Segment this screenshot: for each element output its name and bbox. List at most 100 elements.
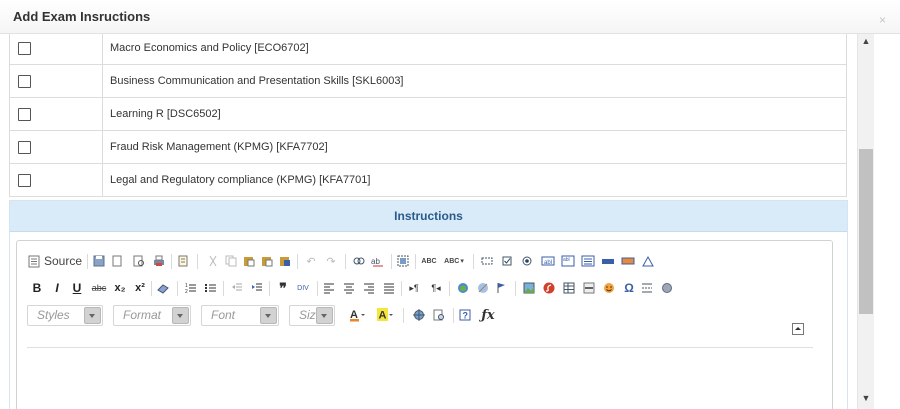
italic-icon[interactable]: I — [49, 278, 65, 298]
close-icon[interactable]: × — [879, 14, 886, 26]
table-row: Legal and Regulatory compliance (KPMG) [… — [9, 163, 847, 197]
font-dropdown[interactable]: Font — [201, 305, 279, 326]
numbered-list-icon[interactable]: 12 — [183, 278, 199, 298]
source-button[interactable]: Source — [27, 251, 83, 271]
flash-icon[interactable] — [541, 278, 557, 298]
source-icon — [28, 255, 40, 267]
maximize-icon[interactable] — [411, 305, 427, 325]
svg-text:A: A — [379, 310, 387, 322]
table-row: Business Communication and Presentation … — [9, 64, 847, 98]
cut-icon[interactable] — [205, 251, 221, 271]
indent-icon[interactable] — [249, 278, 265, 298]
hidden-field-icon[interactable] — [639, 251, 657, 271]
undo-icon[interactable]: ↶ — [303, 251, 319, 271]
outdent-icon[interactable] — [229, 278, 245, 298]
align-left-icon[interactable] — [321, 278, 337, 298]
div-container-icon[interactable]: DIV — [293, 278, 313, 298]
textarea-icon[interactable]: abl — [559, 251, 577, 271]
justify-icon[interactable] — [381, 278, 397, 298]
remove-format-icon[interactable] — [155, 278, 171, 298]
page-break-icon[interactable] — [639, 278, 655, 298]
templates-icon[interactable] — [175, 251, 191, 271]
table-row: Macro Economics and Policy [ECO6702] — [9, 34, 847, 65]
rtl-icon[interactable]: ¶◂ — [427, 278, 445, 298]
bulleted-list-icon[interactable] — [203, 278, 219, 298]
paste-icon[interactable] — [241, 251, 257, 271]
align-right-icon[interactable] — [361, 278, 377, 298]
table-row: Learning R [DSC6502] — [9, 97, 847, 131]
instructions-panel: Instructions Source ↶ ↷ ab ABC ABC ▾ abl… — [9, 200, 848, 409]
dialog-body: Macro Economics and Policy [ECO6702] Bus… — [0, 34, 857, 409]
maximize-editor-icon[interactable] — [792, 323, 804, 335]
size-dropdown[interactable]: Size — [289, 305, 335, 326]
select-all-icon[interactable] — [395, 251, 411, 271]
course-checkbox[interactable] — [18, 74, 31, 88]
formula-icon[interactable]: ƒx — [479, 305, 497, 325]
select-icon[interactable] — [579, 251, 597, 271]
bold-icon[interactable]: B — [29, 278, 45, 298]
paste-word-icon[interactable] — [277, 251, 293, 271]
editor-toolbar: Source ↶ ↷ ab ABC ABC ▾ abl abl B I U ab… — [27, 251, 813, 348]
new-page-icon[interactable] — [109, 251, 125, 271]
blockquote-icon[interactable]: ❞ — [275, 278, 291, 298]
styles-dropdown[interactable]: Styles — [27, 305, 103, 326]
horizontal-line-icon[interactable] — [581, 278, 597, 298]
spellcheck-as-you-type-icon[interactable]: ABC ▾ — [441, 251, 467, 271]
special-char-icon[interactable]: Ω — [621, 278, 637, 298]
find-icon[interactable] — [351, 251, 367, 271]
background-color-icon[interactable]: A — [373, 305, 397, 325]
course-checkbox[interactable] — [18, 140, 31, 154]
course-name: Legal and Regulatory compliance (KPMG) [… — [102, 163, 847, 197]
svg-text:abl: abl — [544, 260, 552, 266]
course-checkbox[interactable] — [18, 107, 31, 121]
course-name: Macro Economics and Policy [ECO6702] — [102, 34, 847, 65]
scroll-up-icon[interactable]: ▲ — [858, 36, 874, 50]
paste-text-icon[interactable] — [259, 251, 275, 271]
replace-icon[interactable]: ab — [369, 251, 387, 271]
unlink-icon[interactable] — [475, 278, 491, 298]
svg-text:abl: abl — [563, 257, 570, 263]
show-blocks-icon[interactable] — [431, 305, 447, 325]
redo-icon[interactable]: ↷ — [323, 251, 339, 271]
form-icon[interactable] — [479, 251, 495, 271]
link-icon[interactable] — [455, 278, 471, 298]
underline-icon[interactable]: U — [69, 278, 85, 298]
print-icon[interactable] — [151, 251, 167, 271]
copy-icon[interactable] — [223, 251, 239, 271]
smiley-icon[interactable] — [601, 278, 617, 298]
subscript-icon[interactable]: x₂ — [111, 278, 129, 298]
image-icon[interactable] — [521, 278, 537, 298]
vertical-scrollbar[interactable]: ▲ ▼ — [857, 34, 874, 409]
iframe-icon[interactable] — [659, 278, 675, 298]
image-button-icon[interactable] — [619, 251, 637, 271]
course-table: Macro Economics and Policy [ECO6702] Bus… — [9, 34, 847, 197]
preview-icon[interactable] — [131, 251, 147, 271]
button-icon[interactable] — [599, 251, 617, 271]
chevron-down-icon — [260, 307, 277, 324]
checkbox-icon[interactable] — [499, 251, 515, 271]
save-icon[interactable] — [91, 251, 107, 271]
dialog-header: Add Exam Insructions × — [0, 0, 900, 34]
format-dropdown[interactable]: Format — [113, 305, 191, 326]
align-center-icon[interactable] — [341, 278, 357, 298]
course-name: Business Communication and Presentation … — [102, 64, 847, 98]
spellcheck-icon[interactable]: ABC — [419, 251, 439, 271]
about-icon[interactable]: ? — [457, 305, 473, 325]
superscript-icon[interactable]: x² — [131, 278, 149, 298]
course-checkbox[interactable] — [18, 41, 31, 55]
anchor-icon[interactable] — [493, 278, 509, 298]
rich-text-editor: Source ↶ ↷ ab ABC ABC ▾ abl abl B I U ab… — [16, 240, 833, 409]
table-row: Fraud Risk Management (KPMG) [KFA7702] — [9, 130, 847, 164]
course-checkbox[interactable] — [18, 173, 31, 187]
text-field-icon[interactable]: abl — [539, 251, 557, 271]
svg-text:?: ? — [463, 311, 469, 321]
scroll-thumb[interactable] — [859, 149, 873, 314]
text-color-icon[interactable]: A — [345, 305, 369, 325]
strikethrough-icon[interactable]: abc — [89, 278, 109, 298]
table-icon[interactable] — [561, 278, 577, 298]
ltr-icon[interactable]: ▸¶ — [405, 278, 423, 298]
scroll-down-icon[interactable]: ▼ — [858, 393, 874, 407]
course-name: Learning R [DSC6502] — [102, 97, 847, 131]
radio-icon[interactable] — [519, 251, 535, 271]
svg-text:ab: ab — [371, 257, 380, 266]
